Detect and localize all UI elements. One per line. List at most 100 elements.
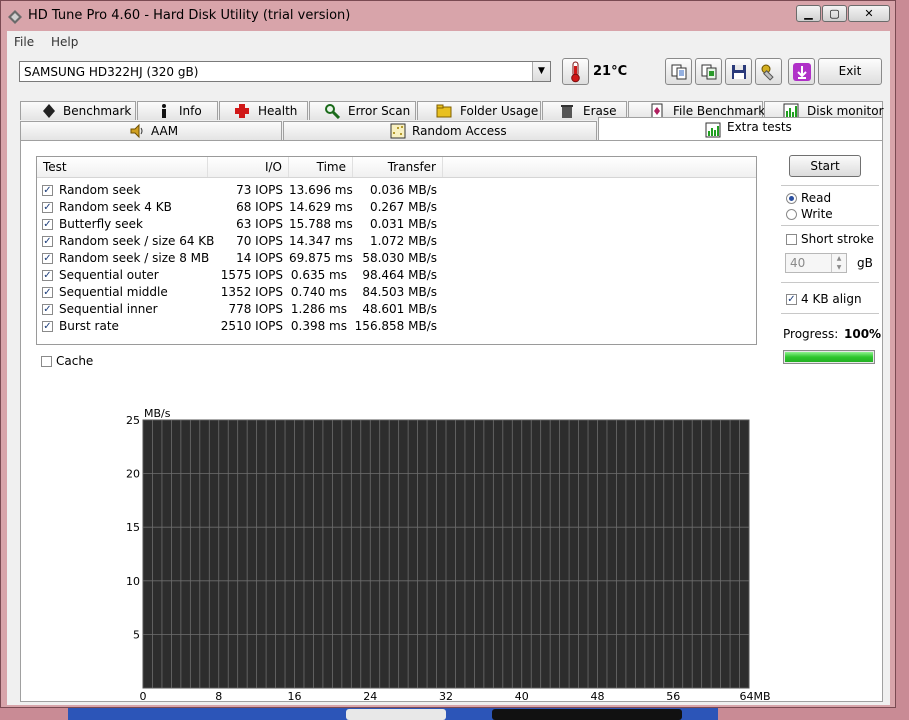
app-disk-icon xyxy=(8,10,22,24)
x-tick-label: 40 xyxy=(515,690,529,703)
align-4kb-checkbox[interactable]: ✓ xyxy=(786,294,797,305)
close-button[interactable]: ✕ xyxy=(848,5,890,22)
divider xyxy=(781,225,879,226)
transfer-value: 84.503 MB/s xyxy=(362,285,437,299)
menu-file[interactable]: File xyxy=(14,35,34,49)
test-name: Burst rate xyxy=(59,319,119,333)
tab-folder-usage[interactable]: Folder Usage xyxy=(417,101,541,120)
folder-icon xyxy=(436,104,452,118)
exit-button[interactable]: Exit xyxy=(818,58,882,85)
drive-select[interactable]: SAMSUNG HD322HJ (320 gB) ▼ xyxy=(19,61,551,82)
tab-benchmark[interactable]: Benchmark xyxy=(20,101,136,120)
test-checkbox[interactable]: ✓ xyxy=(42,270,53,281)
time-value: 13.696 ms xyxy=(289,183,353,197)
cache-checkbox[interactable] xyxy=(41,356,52,367)
chevron-down-icon[interactable]: ▼ xyxy=(532,62,550,81)
test-checkbox[interactable]: ✓ xyxy=(42,287,53,298)
short-stroke-checkbox[interactable] xyxy=(786,234,797,245)
drive-select-value: SAMSUNG HD322HJ (320 gB) xyxy=(24,65,199,79)
x-tick-label: 8 xyxy=(215,690,222,703)
benchmark-icon xyxy=(43,104,55,118)
minimize-button[interactable]: ▁ xyxy=(796,5,821,22)
download-button[interactable] xyxy=(788,58,815,85)
write-radio[interactable] xyxy=(786,209,797,220)
spinner-arrows-icon[interactable]: ▲ ▼ xyxy=(831,254,846,272)
stroke-unit: gB xyxy=(857,256,873,270)
io-value: 73 IOPS xyxy=(236,183,283,197)
start-button[interactable]: Start xyxy=(789,155,861,177)
divider xyxy=(781,313,879,314)
test-checkbox[interactable]: ✓ xyxy=(42,236,53,247)
extra-tests-panel: Test I/O Time Transfer ✓ Random seek 73 IO… xyxy=(20,140,883,703)
copy-all-button[interactable] xyxy=(695,58,722,85)
transfer-value: 0.267 MB/s xyxy=(369,200,437,214)
test-name: Sequential outer xyxy=(59,268,159,282)
maximize-button[interactable]: ▢ xyxy=(822,5,847,22)
title-bar[interactable]: HD Tune Pro 4.60 - Hard Disk Utility (tr… xyxy=(1,1,895,31)
y-tick-label: 10 xyxy=(126,575,140,588)
tab-health[interactable]: Health xyxy=(219,101,308,120)
temperature-value: 21°C xyxy=(593,64,628,79)
column-transfer[interactable]: Transfer xyxy=(353,157,443,177)
test-checkbox[interactable]: ✓ xyxy=(42,304,53,315)
test-name: Random seek / size 8 MB xyxy=(59,251,210,265)
column-time[interactable]: Time xyxy=(289,157,353,177)
tab-info[interactable]: Info xyxy=(137,101,218,120)
health-cross-icon xyxy=(235,104,249,118)
tab-extra-tests[interactable]: Extra tests xyxy=(598,117,883,141)
x-tick-label: 16 xyxy=(288,690,302,703)
short-stroke-spinner[interactable]: 40 ▲ ▼ xyxy=(785,253,847,273)
short-stroke-value: 40 xyxy=(790,256,806,270)
io-value: 63 IOPS xyxy=(236,217,283,231)
app-window: HD Tune Pro 4.60 - Hard Disk Utility (tr… xyxy=(0,0,896,708)
transfer-value: 1.072 MB/s xyxy=(369,234,437,248)
time-value: 15.788 ms xyxy=(289,217,353,231)
align-4kb-label: 4 KB align xyxy=(801,292,862,306)
copy-info-button[interactable] xyxy=(665,58,692,85)
progress-fill xyxy=(785,352,873,362)
table-row[interactable]: ✓ Random seek / size 64 KB 70 IOPS 14.347 m… xyxy=(37,233,756,250)
test-name: Sequential inner xyxy=(59,302,158,316)
table-row[interactable]: ✓ Sequential outer 1575 IOPS 0.635 ms 98.464… xyxy=(37,267,756,284)
table-row[interactable]: ✓ Butterfly seek 63 IOPS 15.788 ms 0.031 MB/… xyxy=(37,216,756,233)
progress-value: 100% xyxy=(844,327,882,341)
info-icon xyxy=(162,104,166,118)
options-button[interactable] xyxy=(755,58,782,85)
y-tick-label: 25 xyxy=(126,414,140,427)
tab-random-access[interactable]: Random Access xyxy=(283,121,597,140)
y-tick-label: 15 xyxy=(126,521,140,534)
results-table: Test I/O Time Transfer ✓ Random seek 73 IO… xyxy=(36,156,757,345)
test-checkbox[interactable]: ✓ xyxy=(42,219,53,230)
copy-all-icon xyxy=(701,64,716,80)
table-row[interactable]: ✓ Sequential inner 778 IOPS 1.286 ms 48.601 … xyxy=(37,301,756,318)
menu-help[interactable]: Help xyxy=(51,35,78,49)
progress-bar xyxy=(783,350,875,364)
tab-aam[interactable]: AAM xyxy=(20,121,282,140)
test-checkbox[interactable]: ✓ xyxy=(42,202,53,213)
test-name: Random seek 4 KB xyxy=(59,200,172,214)
short-stroke-label: Short stroke xyxy=(801,232,874,246)
table-header: Test I/O Time Transfer xyxy=(37,157,756,178)
floppy-disk-icon xyxy=(731,65,746,79)
column-test[interactable]: Test xyxy=(37,157,208,177)
progress-label: Progress: xyxy=(783,327,839,341)
io-value: 1352 IOPS xyxy=(220,285,283,299)
tab-error-scan[interactable]: Error Scan xyxy=(309,101,416,120)
time-value: 14.347 ms xyxy=(289,234,353,248)
table-row[interactable]: ✓ Random seek / size 8 MB 14 IOPS 69.875 ms… xyxy=(37,250,756,267)
save-screenshot-button[interactable] xyxy=(725,58,752,85)
table-row[interactable]: ✓ Sequential middle 1352 IOPS 0.740 ms 84.50… xyxy=(37,284,756,301)
extra-tests-icon xyxy=(705,122,721,138)
table-row[interactable]: ✓ Random seek 4 KB 68 IOPS 14.629 ms 0.267 M… xyxy=(37,199,756,216)
table-row[interactable]: ✓ Random seek 73 IOPS 13.696 ms 0.036 MB/s xyxy=(37,182,756,199)
time-value: 0.635 ms xyxy=(290,268,347,282)
background-logo xyxy=(492,709,682,720)
test-checkbox[interactable]: ✓ xyxy=(42,185,53,196)
read-radio[interactable] xyxy=(786,193,797,204)
column-io[interactable]: I/O xyxy=(208,157,289,177)
test-checkbox[interactable]: ✓ xyxy=(42,321,53,332)
transfer-chart: MB/s 25 20 15 10 5 0 8 16 24 32 40 48 56 64MB xyxy=(126,407,771,703)
table-row[interactable]: ✓ Burst rate 2510 IOPS 0.398 ms 156.858 MB/s xyxy=(37,318,756,335)
test-checkbox[interactable]: ✓ xyxy=(42,253,53,264)
x-tick-label: 64MB xyxy=(739,690,770,703)
